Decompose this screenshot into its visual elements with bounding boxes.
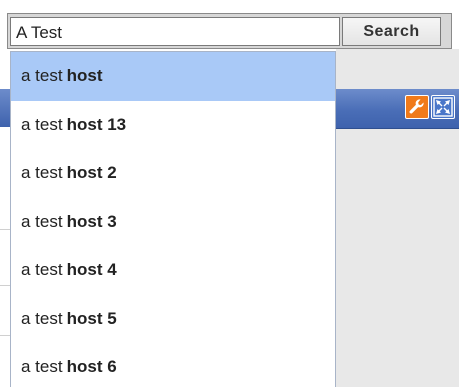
autocomplete-dropdown: a test host a test host 13 a test host 2a tes… <box>10 51 336 387</box>
left-strip-divider <box>0 229 10 230</box>
suggestion-item[interactable]: a test host 13 <box>11 101 335 150</box>
fullscreen-icon[interactable] <box>431 95 455 119</box>
suggestion-prefix: a test <box>21 308 63 328</box>
suggestion-item[interactable]: a test host <box>11 52 335 101</box>
left-strip-divider <box>0 335 10 336</box>
suggestion-item[interactable]: a test host 5 <box>11 295 335 344</box>
suggestion-match: host 5 <box>66 308 117 328</box>
wrench-icon[interactable] <box>405 95 429 119</box>
suggestion-item[interactable]: a test host 6 <box>11 343 335 387</box>
search-input[interactable] <box>10 17 340 46</box>
suggestion-prefix: a test <box>21 163 63 183</box>
suggestion-match: host 13 <box>66 114 127 134</box>
suggestion-prefix: a test <box>21 211 63 231</box>
suggestion-match: host 2 <box>66 163 117 183</box>
search-button[interactable]: Search <box>342 17 441 46</box>
suggestion-item[interactable]: a test host 2 <box>11 149 335 198</box>
suggestion-match: host 6 <box>66 357 117 377</box>
suggestion-prefix: a test <box>21 357 63 377</box>
left-strip-divider <box>0 285 10 286</box>
suggestion-item[interactable]: a test host 4 <box>11 246 335 295</box>
suggestion-prefix: a test <box>21 260 63 280</box>
suggestion-prefix: a test <box>21 114 63 134</box>
left-strip-accent <box>0 89 10 127</box>
suggestion-match: host 4 <box>66 260 117 280</box>
suggestion-match: host 3 <box>66 211 117 231</box>
app-window: Search a testhosta testhost 13a testhost… <box>0 0 459 387</box>
suggestion-match: host <box>66 66 103 86</box>
suggestion-item[interactable]: a test host 3 <box>11 198 335 247</box>
left-strip <box>0 49 10 387</box>
suggestion-prefix: a test <box>21 66 63 86</box>
